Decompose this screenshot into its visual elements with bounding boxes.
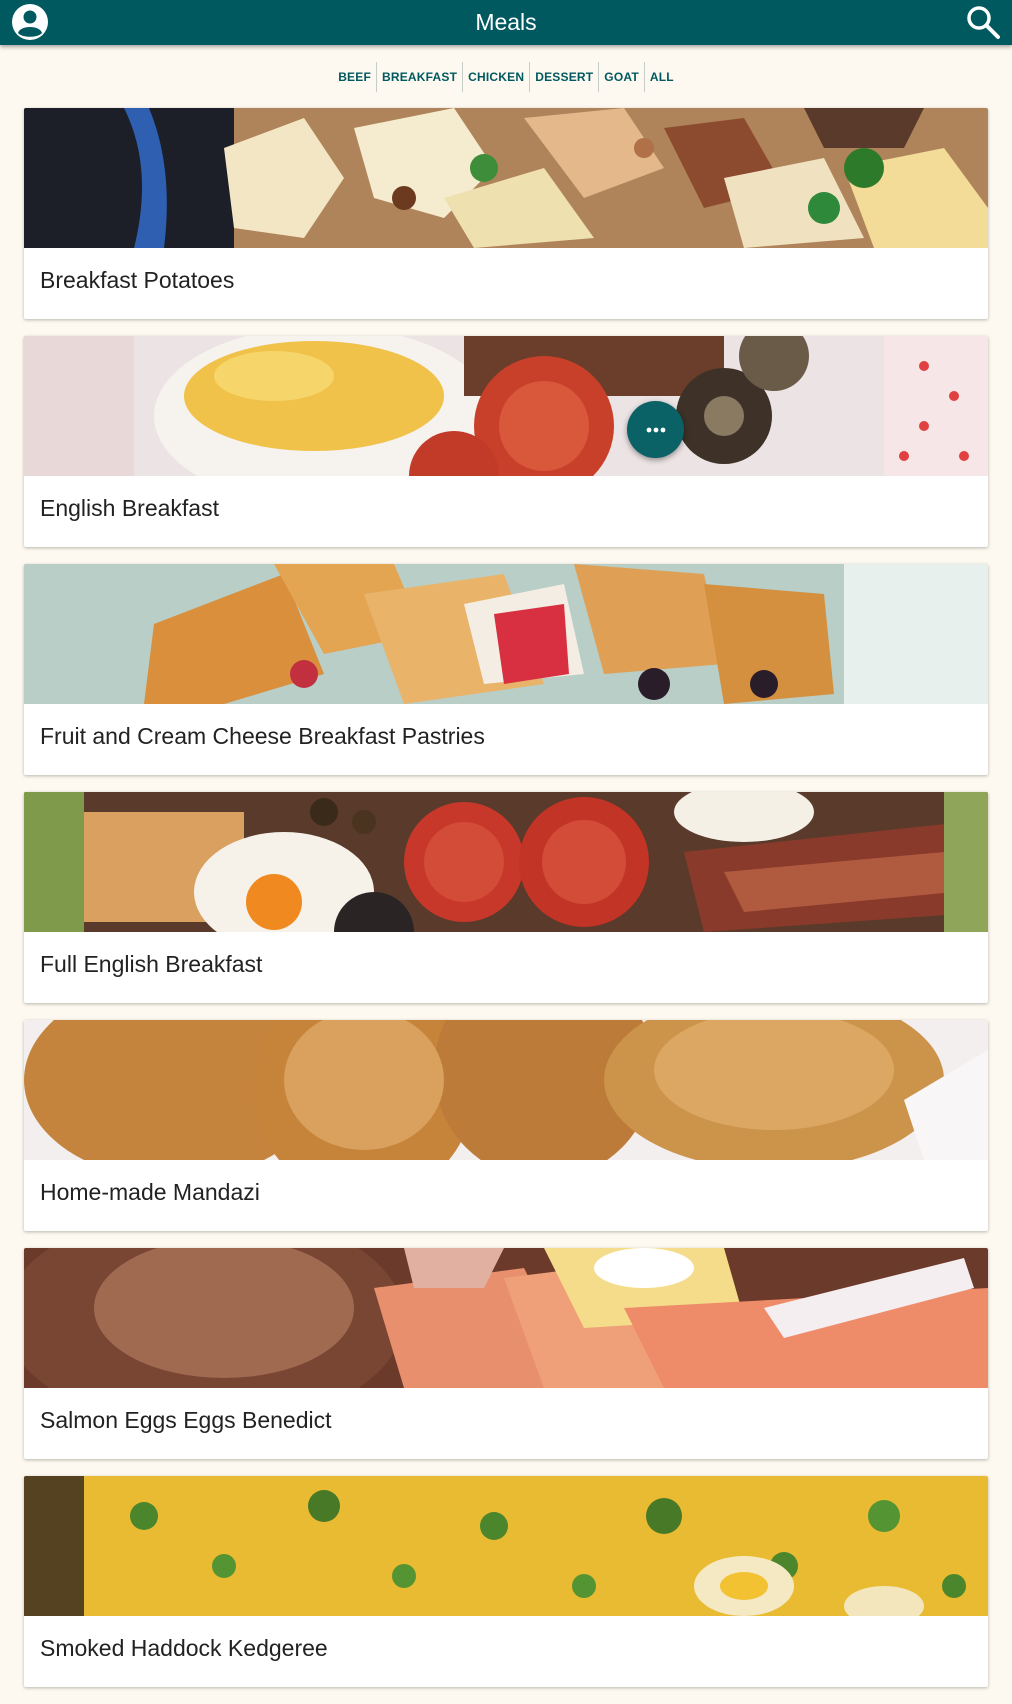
- meal-name: Breakfast Potatoes: [40, 267, 235, 293]
- tab-beef[interactable]: BEEF: [333, 62, 377, 92]
- meal-photo: [24, 792, 988, 932]
- meal-photo: [24, 1020, 988, 1160]
- meal-card[interactable]: Breakfast Potatoes: [24, 108, 988, 319]
- more-horizontal-icon: [646, 427, 665, 432]
- tab-chicken[interactable]: CHICKEN: [463, 62, 531, 92]
- meal-card[interactable]: Smoked Haddock Kedgeree: [24, 1476, 988, 1687]
- meal-card[interactable]: Full English Breakfast: [24, 792, 988, 1003]
- search-icon[interactable]: [964, 3, 1002, 41]
- meal-photo: [24, 336, 988, 476]
- meal-photo: [24, 1476, 988, 1616]
- meal-card[interactable]: English Breakfast: [24, 336, 988, 547]
- page-title: Meals: [475, 9, 537, 35]
- more-options-fab[interactable]: [627, 401, 684, 458]
- tab-all[interactable]: ALL: [645, 62, 679, 92]
- category-tabs: BEEF BREAKFAST CHICKEN DESSERT GOAT ALL: [0, 62, 1012, 92]
- meal-name: Smoked Haddock Kedgeree: [40, 1635, 328, 1661]
- meal-photo: [24, 108, 988, 248]
- meal-name: English Breakfast: [40, 495, 219, 521]
- tab-dessert[interactable]: DESSERT: [530, 62, 600, 92]
- meal-name: Fruit and Cream Cheese Breakfast Pastrie…: [40, 723, 485, 749]
- meal-card[interactable]: Salmon Eggs Eggs Benedict: [24, 1248, 988, 1459]
- meal-photo: [24, 564, 988, 704]
- meal-name: Salmon Eggs Eggs Benedict: [40, 1407, 332, 1433]
- tab-goat[interactable]: GOAT: [599, 62, 645, 92]
- meal-name: Home-made Mandazi: [40, 1179, 260, 1205]
- meal-card[interactable]: Home-made Mandazi: [24, 1020, 988, 1231]
- meal-card[interactable]: Fruit and Cream Cheese Breakfast Pastrie…: [24, 564, 988, 775]
- meal-photo: [24, 1248, 988, 1388]
- app-bar: Meals: [0, 0, 1012, 45]
- tab-breakfast[interactable]: BREAKFAST: [377, 62, 464, 92]
- meal-name: Full English Breakfast: [40, 951, 263, 977]
